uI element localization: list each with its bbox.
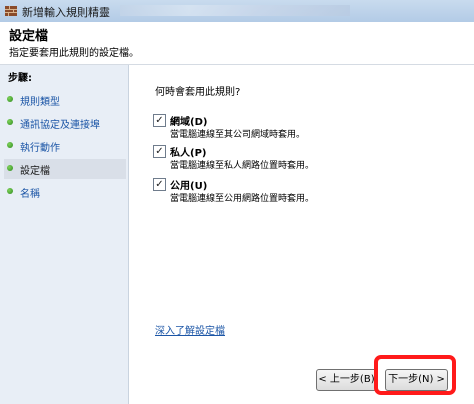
page-subtitle: 指定要套用此規則的設定檔。 xyxy=(9,48,139,59)
step-bullet-icon xyxy=(7,188,13,194)
firewall-app-icon xyxy=(5,6,17,16)
step-bullet-icon xyxy=(7,165,13,171)
step-label: 名稱 xyxy=(20,189,40,200)
domain-checkbox[interactable]: ✓ xyxy=(153,114,166,127)
private-checkbox[interactable]: ✓ xyxy=(153,145,166,158)
steps-pane: 步驟: 規則類型 通訊協定及連接埠 執行動作 設定檔 名稱 xyxy=(0,65,129,404)
step-label: 執行動作 xyxy=(20,143,60,154)
public-description: 當電腦連線至公用網路位置時套用。 xyxy=(170,194,315,204)
step-protocol-ports[interactable]: 通訊協定及連接埠 xyxy=(4,113,126,133)
step-label: 規則類型 xyxy=(20,97,60,108)
step-profile[interactable]: 設定檔 xyxy=(4,159,126,179)
option-private[interactable]: ✓ 私人(P) 當電腦連線至私人網路位置時套用。 xyxy=(153,145,453,177)
step-bullet-icon xyxy=(7,119,13,125)
public-checkbox[interactable]: ✓ xyxy=(153,178,166,191)
domain-description: 當電腦連線至其公司網域時套用。 xyxy=(170,130,306,140)
step-label: 通訊協定及連接埠 xyxy=(20,120,100,131)
public-label: 公用(U) xyxy=(170,181,208,192)
question-text: 何時會套用此規則? xyxy=(155,87,241,98)
main-content: 何時會套用此規則? ✓ 網域(D) 當電腦連線至其公司網域時套用。 ✓ 私人(P… xyxy=(129,65,474,404)
private-label: 私人(P) xyxy=(170,148,207,159)
learn-more-link[interactable]: 深入了解設定檔 xyxy=(155,322,225,337)
window-title: 新增輸入規則精靈 xyxy=(22,6,110,19)
domain-label: 網域(D) xyxy=(170,117,208,128)
title-bar-background xyxy=(120,5,350,16)
step-bullet-icon xyxy=(7,142,13,148)
title-bar: 新增輸入規則精靈 xyxy=(0,0,474,23)
next-button-highlight xyxy=(374,355,456,395)
private-description: 當電腦連線至私人網路位置時套用。 xyxy=(170,161,315,171)
wizard-header: 設定檔 指定要套用此規則的設定檔。 xyxy=(0,22,474,65)
step-bullet-icon xyxy=(7,96,13,102)
option-public[interactable]: ✓ 公用(U) 當電腦連線至公用網路位置時套用。 xyxy=(153,178,453,210)
back-button[interactable]: < 上一步(B) xyxy=(316,369,377,391)
option-domain[interactable]: ✓ 網域(D) 當電腦連線至其公司網域時套用。 xyxy=(153,114,453,146)
step-rule-type[interactable]: 規則類型 xyxy=(4,90,126,110)
step-label: 設定檔 xyxy=(20,166,50,177)
step-name[interactable]: 名稱 xyxy=(4,182,126,202)
step-action[interactable]: 執行動作 xyxy=(4,136,126,156)
steps-title: 步驟: xyxy=(8,73,32,84)
page-title: 設定檔 xyxy=(9,29,49,44)
